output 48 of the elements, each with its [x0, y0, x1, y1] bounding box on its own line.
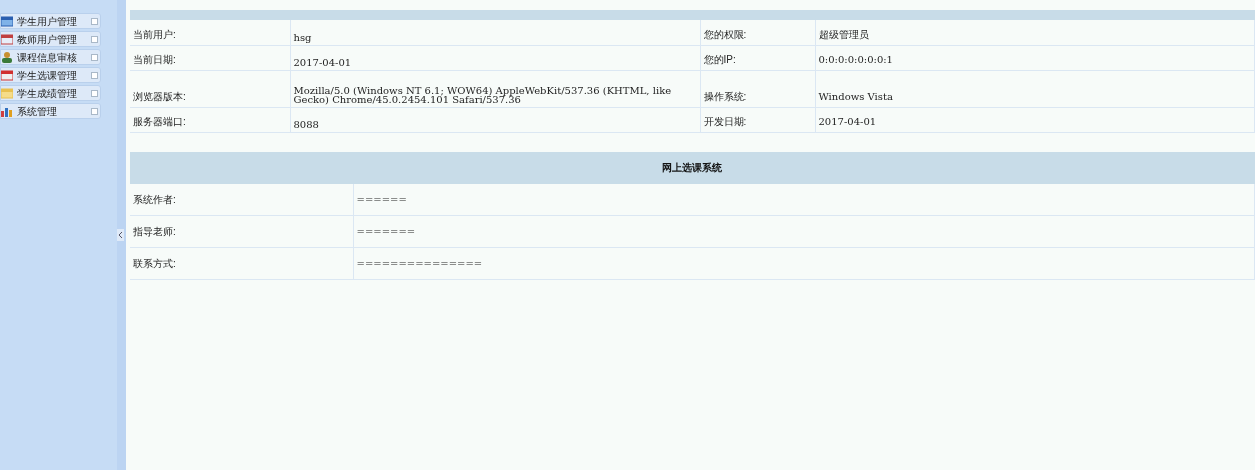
table-cell: 您的IP:: [700, 45, 815, 70]
menu-item[interactable]: 系统管理: [0, 103, 101, 119]
folder-icon: [1, 87, 13, 99]
computer-icon: [1, 15, 13, 27]
table-cell: ===============: [353, 247, 1255, 280]
menu-label: 系统管理: [17, 104, 58, 119]
menu-label: 学生用户管理: [17, 14, 78, 29]
collapse-button[interactable]: [117, 229, 124, 241]
expand-icon: [91, 107, 98, 115]
table-cell: 联系方式:: [130, 247, 353, 280]
table-cell: 开发日期:: [700, 107, 815, 132]
table-cell: =======: [353, 215, 1255, 248]
chart-icon: [1, 105, 13, 117]
expand-icon: [91, 89, 98, 97]
menu-item[interactable]: 学生用户管理: [0, 13, 101, 29]
table-cell: 操作系统:: [700, 70, 815, 107]
expand-icon: [91, 53, 98, 61]
table-cell: 2017-04-01: [815, 107, 1255, 132]
menu-label: 学生选课管理: [17, 68, 78, 83]
menu-item[interactable]: 教师用户管理: [0, 31, 101, 47]
table-cell: Windows Vista: [815, 70, 1255, 107]
table-cell: 8088: [290, 107, 700, 132]
menu-label: 课程信息审核: [17, 50, 78, 65]
menu-item[interactable]: 课程信息审核: [0, 49, 101, 65]
table-cell: hsg: [290, 20, 700, 45]
expand-icon: [91, 71, 98, 79]
expand-icon: [91, 17, 98, 25]
table-cell: 2017-04-01: [290, 45, 700, 70]
expand-icon: [91, 35, 98, 43]
table-cell: 系统作者:: [130, 183, 353, 216]
menu-label: 教师用户管理: [17, 32, 78, 47]
table-cell: 服务器端口:: [130, 107, 290, 132]
table-cell: 当前日期:: [130, 45, 290, 70]
calendar-icon: [1, 33, 13, 45]
table-cell: ======: [353, 183, 1255, 216]
menu-item[interactable]: 学生成绩管理: [0, 85, 101, 101]
table-cell: 0:0:0:0:0:0:0:1: [815, 45, 1255, 70]
table-cell: 浏览器版本:: [130, 70, 290, 107]
person-icon: [1, 51, 13, 63]
table-cell: Mozilla/5.0 (Windows NT 6.1; WOW64) AppleWebKit/537.36 (KHTML, like Gecko) Chrome/45.0.2454.101 Safari/537.36: [290, 70, 700, 107]
menu-item[interactable]: 学生选课管理: [0, 67, 101, 83]
menu-label: 学生成绩管理: [17, 86, 78, 101]
table-cell: 指导老师:: [130, 215, 353, 248]
chevron-left-icon: [118, 232, 123, 238]
table-cell: 您的权限:: [700, 20, 815, 45]
table-cell: 当前用户:: [130, 20, 290, 45]
table-cell: 超级管理员: [815, 20, 1255, 45]
calendar-icon: [1, 69, 13, 81]
